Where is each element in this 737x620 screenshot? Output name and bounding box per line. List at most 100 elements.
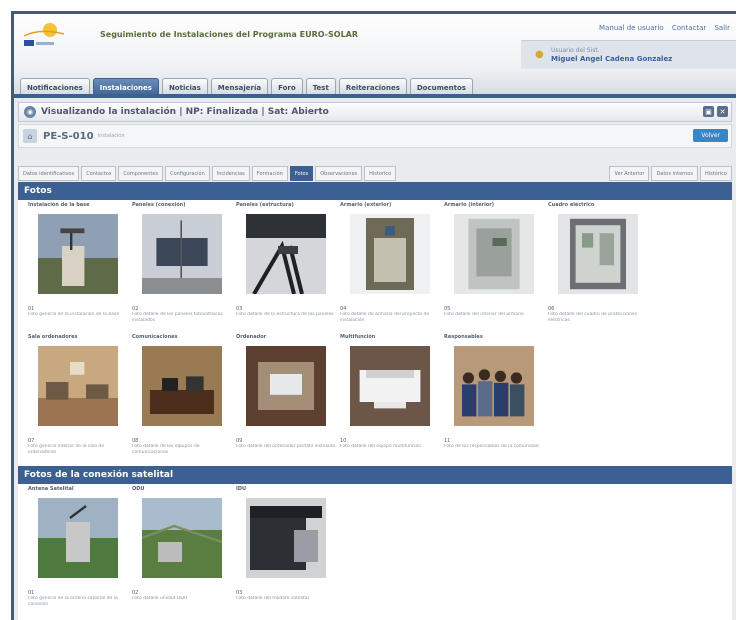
photo-card[interactable]: Armario (exterior) 04 Foto detalle de arma…: [340, 202, 440, 324]
photo-title: Instalación de la base: [28, 202, 90, 208]
subtab-historico[interactable]: Historico: [364, 166, 397, 181]
photo-description: Foto detalle del módem satelital: [236, 596, 309, 601]
photo-card[interactable]: Cuadro eléctrico 06 Foto detalle del cuadr…: [548, 202, 648, 324]
contact-link[interactable]: Contactar: [672, 24, 706, 32]
photo-thumbnail[interactable]: [444, 210, 544, 304]
photo-card[interactable]: Ordenador 09 Foto detalle del ordenador po…: [236, 334, 336, 456]
main-nav: Notificaciones Instalaciones Noticias Me…: [20, 76, 473, 97]
subtab-historico-right[interactable]: Histórico: [699, 166, 732, 181]
close-icon[interactable]: ✕: [717, 106, 728, 117]
subtab-ver-anterior[interactable]: Ver Anterior: [609, 166, 650, 181]
photo-card[interactable]: Responsables 11 Foto de los responsables d…: [444, 334, 544, 456]
browser-frame: Seguimiento de Instalaciones del Program…: [11, 11, 736, 620]
user-role: Usuario del Sist.: [551, 47, 600, 54]
photo-title: IDU: [236, 486, 247, 492]
photo-image[interactable]: [142, 498, 222, 578]
photo-title: Responsables: [444, 334, 483, 340]
photo-description: Foto detalle de los equipos de comunicac…: [132, 444, 200, 455]
manual-link[interactable]: Manual de usuario: [599, 24, 664, 32]
photo-image[interactable]: [246, 214, 326, 294]
photo-card[interactable]: Comunicaciones 08 Foto detalle de los equi…: [132, 334, 232, 456]
photo-title: Sala ordenadores: [28, 334, 78, 340]
photo-image[interactable]: [246, 346, 326, 426]
satellite-photo-grid: Antena Satelital 01 Foto general de la ant…: [18, 484, 732, 620]
photo-card[interactable]: Antena Satelital 01 Foto general de la ant…: [28, 486, 128, 608]
photo-card[interactable]: Sala ordenadores 07 Foto general interior …: [28, 334, 128, 456]
photo-description: Foto detalle del interior del armario: [444, 312, 524, 317]
photo-grid: Instalación de la base 01 Foto general de …: [18, 200, 732, 466]
subtab-fotos[interactable]: Fotos: [289, 166, 314, 181]
photo-image[interactable]: [246, 498, 326, 578]
photo-image[interactable]: [558, 214, 638, 294]
record-code: PE-S-010: [43, 130, 94, 142]
top-links: Manual de usuario Contactar Salir: [593, 24, 730, 32]
user-name[interactable]: Miguel Angel Cadena Gonzalez: [551, 55, 672, 63]
photo-image[interactable]: [350, 214, 430, 294]
photo-card[interactable]: Paneles (estructura) 03 Foto detalle de la…: [236, 202, 336, 324]
photo-title: Comunicaciones: [132, 334, 178, 340]
section-header-fotos: Fotos: [18, 182, 732, 200]
subtab-datos[interactable]: Datos identificativos: [18, 166, 80, 181]
record-subtitle: Instalación: [97, 133, 125, 139]
photo-thumbnail[interactable]: [28, 342, 128, 436]
photo-title: Armario (interior): [444, 202, 494, 208]
subtab-componentes[interactable]: Componentes: [118, 166, 164, 181]
photo-thumbnail[interactable]: [28, 494, 128, 588]
logout-link[interactable]: Salir: [714, 24, 730, 32]
photo-thumbnail[interactable]: [236, 342, 336, 436]
photo-card[interactable]: ODU 02 Foto detalle unidad ODU: [132, 486, 232, 608]
photo-description: Foto general interior de la sala de orde…: [28, 444, 105, 455]
photo-image[interactable]: [142, 346, 222, 426]
photo-title: Paneles (conexión): [132, 202, 186, 208]
user-box: ● Usuario del Sist. Miguel Angel Cadena …: [521, 40, 736, 69]
photo-description: Foto detalle del equipo multifunción: [340, 444, 422, 449]
photo-title: Ordenador: [236, 334, 267, 340]
title-bar-buttons: ▣ ✕: [703, 106, 728, 117]
back-button[interactable]: Volver: [693, 129, 728, 142]
photo-description: Foto detalle del ordenador portátil inst…: [236, 444, 336, 449]
subtab-formacion[interactable]: Formación: [251, 166, 288, 181]
photo-thumbnail[interactable]: [132, 210, 232, 304]
page-title: Visualizando la instalación | NP: Finali…: [41, 107, 329, 117]
content-area: Fotos Instalación de la base 01 Foto gener…: [18, 182, 732, 620]
photo-description: Foto detalle del cuadro de protecciones …: [548, 312, 638, 323]
photo-card[interactable]: Paneles (conexión) 02 Foto detalle de los …: [132, 202, 232, 324]
photo-thumbnail[interactable]: [236, 494, 336, 588]
photo-image[interactable]: [38, 346, 118, 426]
photo-image[interactable]: [350, 346, 430, 426]
photo-thumbnail[interactable]: [548, 210, 648, 304]
subtab-datos-internos[interactable]: Datos internos: [651, 166, 698, 181]
app-title: Seguimiento de Instalaciones del Program…: [100, 30, 359, 39]
photo-thumbnail[interactable]: [28, 210, 128, 304]
photo-card[interactable]: IDU 03 Foto detalle del módem satelital: [236, 486, 336, 608]
photo-thumbnail[interactable]: [340, 210, 440, 304]
photo-title: Armario (exterior): [340, 202, 392, 208]
photo-card[interactable]: Multifunción 10 Foto detalle del equipo mu…: [340, 334, 440, 456]
photo-thumbnail[interactable]: [340, 342, 440, 436]
eurosolar-logo: [23, 23, 65, 46]
photo-card[interactable]: Armario (interior) 05 Foto detalle del int…: [444, 202, 544, 324]
photo-thumbnail[interactable]: [132, 494, 232, 588]
photo-image[interactable]: [38, 498, 118, 578]
subtab-configuracion[interactable]: Configuración: [165, 166, 210, 181]
subtab-contactos[interactable]: Contactos: [81, 166, 117, 181]
photo-description: Foto de los responsables de la comunidad: [444, 444, 539, 449]
photo-image[interactable]: [38, 214, 118, 294]
photo-description: Foto detalle de los paneles fotovoltaico…: [132, 312, 223, 323]
photo-image[interactable]: [142, 214, 222, 294]
photo-card[interactable]: Instalación de la base 01 Foto general de …: [28, 202, 128, 324]
photo-thumbnail[interactable]: [444, 342, 544, 436]
photo-title: Cuadro eléctrico: [548, 202, 595, 208]
page-title-bar: ◉ Visualizando la instalación | NP: Fina…: [18, 102, 732, 122]
photo-title: ODU: [132, 486, 145, 492]
photo-title: Antena Satelital: [28, 486, 74, 492]
subtab-incidencias[interactable]: Incidencias: [211, 166, 250, 181]
print-icon[interactable]: ▣: [703, 106, 714, 117]
photo-image[interactable]: [454, 346, 534, 426]
photo-thumbnail[interactable]: [132, 342, 232, 436]
photo-image[interactable]: [454, 214, 534, 294]
photo-thumbnail[interactable]: [236, 210, 336, 304]
photo-title: Multifunción: [340, 334, 376, 340]
subtab-spacer: [398, 166, 607, 180]
subtab-observaciones[interactable]: Observaciones: [315, 166, 363, 181]
